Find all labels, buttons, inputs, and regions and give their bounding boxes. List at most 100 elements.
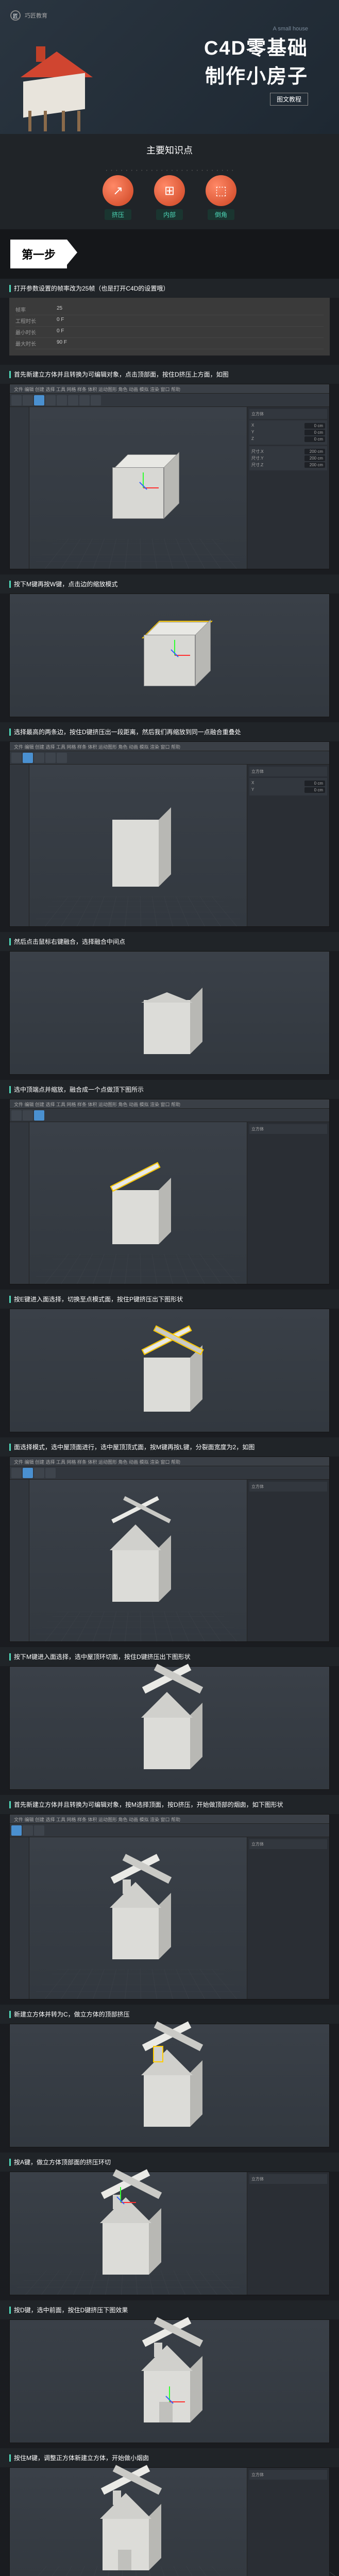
- c4d-menubar[interactable]: 文件 编辑 创建 选择 工具 网格 样条 体积 运动图形 角色 动画 模拟 渲染…: [10, 742, 329, 751]
- tool-button[interactable]: [45, 395, 56, 405]
- c4d-toolbar[interactable]: [10, 751, 329, 765]
- c4d-attributes-panel[interactable]: 立方体 X0 cmY0 cm: [247, 765, 329, 926]
- object-manager[interactable]: 立方体: [249, 767, 327, 776]
- tool-button[interactable]: [34, 1110, 44, 1121]
- transform-gizmo-icon[interactable]: [159, 2392, 180, 2412]
- c4d-attributes-panel[interactable]: 立方体: [247, 1480, 329, 1641]
- c4d-toolbar[interactable]: [10, 1109, 329, 1122]
- tool-button[interactable]: [23, 1110, 33, 1121]
- subtitle-en: A small house: [10, 26, 308, 32]
- caption-bar-icon: [9, 2159, 11, 2166]
- c4d-viewport[interactable]: [10, 2468, 247, 2576]
- c4d-menubar[interactable]: 文件 编辑 创建 选择 工具 网格 样条 体积 运动图形 角色 动画 模拟 渲染…: [10, 384, 329, 394]
- c4d-viewport[interactable]: [9, 951, 330, 1075]
- c4d-toolbar[interactable]: [10, 1466, 329, 1480]
- tool-button[interactable]: [34, 753, 44, 763]
- c4d-viewport[interactable]: [29, 765, 247, 926]
- house-model[interactable]: [102, 1519, 174, 1602]
- object-manager[interactable]: 立方体: [249, 1482, 327, 1492]
- caption-text: 面选择模式，选中屋顶面进行，选中屋顶顶式面，按M键再按L键，分裂面宽度为2，如图: [14, 1443, 255, 1451]
- caption: 然后点击鼠标右键融合，选择融合中间点: [0, 932, 339, 951]
- house-model[interactable]: [133, 972, 206, 1054]
- caption-text: 按E键进入面选择，切换至点模式面，按住P键挤压出下图形状: [14, 1295, 183, 1303]
- coords-panel[interactable]: X0 cmY0 cm: [249, 778, 327, 795]
- house-model[interactable]: [102, 804, 174, 887]
- tool-button[interactable]: [91, 395, 101, 405]
- c4d-left-tools[interactable]: [10, 765, 29, 926]
- tool-button[interactable]: [34, 395, 44, 405]
- tool-button[interactable]: [79, 395, 90, 405]
- c4d-attributes-panel[interactable]: 立方体: [247, 2468, 329, 2576]
- size-panel[interactable]: 尺寸.X200 cm 尺寸.Y200 cm 尺寸.Z200 cm: [249, 446, 327, 470]
- c4d-menubar[interactable]: 文件 编辑 创建 选择 工具 网格 样条 体积 运动图形 角色 动画 模拟 渲染…: [10, 1457, 329, 1466]
- caption: 按住M键，调整正方体新建立方体，开始做小烟囱: [0, 2448, 339, 2467]
- tool-button[interactable]: [45, 753, 56, 763]
- caption-text: 首先新建立方体并且转换为可编辑对象，点击顶部面，按住D挤压上方面，如图: [14, 370, 229, 379]
- transform-gizmo-icon[interactable]: [133, 478, 154, 498]
- tool-button[interactable]: [34, 1825, 44, 1836]
- cube-model[interactable]: [139, 624, 200, 686]
- tool-button[interactable]: [11, 753, 22, 763]
- transform-gizmo-icon[interactable]: [110, 2192, 131, 2213]
- c4d-viewport[interactable]: [9, 1666, 330, 1790]
- c4d-toolbar[interactable]: [10, 394, 329, 407]
- house-model[interactable]: [133, 1329, 206, 1412]
- c4d-left-tools[interactable]: [10, 407, 29, 569]
- tool-button[interactable]: [23, 753, 33, 763]
- c4d-viewport[interactable]: [29, 1837, 247, 1999]
- object-manager[interactable]: 立方体: [249, 1124, 327, 1134]
- c4d-attributes-panel[interactable]: 立方体: [247, 1122, 329, 1284]
- tool-button[interactable]: [68, 395, 78, 405]
- house-model[interactable]: [102, 1162, 174, 1244]
- tool-button[interactable]: [45, 1468, 56, 1478]
- c4d-viewport[interactable]: [29, 1122, 247, 1284]
- c4d-attributes-panel[interactable]: 立方体 X0 cm Y0 cm Z0 cm 尺寸.X200 cm 尺寸.Y200…: [247, 407, 329, 569]
- tool-button[interactable]: [11, 395, 22, 405]
- c4d-left-tools[interactable]: [10, 1122, 29, 1284]
- c4d-viewport[interactable]: [10, 2172, 247, 2295]
- tool-button[interactable]: [57, 753, 67, 763]
- cube-model[interactable]: [107, 457, 169, 519]
- tool-button[interactable]: [11, 1110, 22, 1121]
- c4d-viewport[interactable]: [29, 1480, 247, 1641]
- house-model[interactable]: [102, 1877, 174, 1959]
- tool-button[interactable]: [23, 395, 33, 405]
- c4d-viewport[interactable]: [9, 2024, 330, 2147]
- tool-button[interactable]: [11, 1825, 22, 1836]
- tool-button[interactable]: [57, 395, 67, 405]
- tool-button[interactable]: [34, 1468, 44, 1478]
- c4d-attributes-panel[interactable]: 立方体: [247, 2172, 329, 2295]
- object-manager[interactable]: 立方体: [249, 409, 327, 419]
- house-model[interactable]: [92, 2488, 164, 2570]
- grid-floor: [29, 1969, 247, 1999]
- brand-name: 巧匠教育: [25, 11, 47, 20]
- c4d-viewport[interactable]: [9, 1309, 330, 1432]
- house-model[interactable]: [133, 2340, 206, 2422]
- object-manager[interactable]: 立方体: [249, 2470, 327, 2480]
- c4d-screenshot: 立方体: [9, 2467, 330, 2576]
- c4d-left-tools[interactable]: [10, 1837, 29, 1999]
- c4d-viewport[interactable]: [9, 594, 330, 717]
- caption-bar-icon: [9, 2307, 11, 2314]
- c4d-menubar[interactable]: 文件 编辑 创建 选择 工具 网格 样条 体积 运动图形 角色 动画 模拟 渲染…: [10, 1099, 329, 1109]
- house-model[interactable]: [92, 2192, 164, 2275]
- c4d-menubar[interactable]: 文件 编辑 创建 选择 工具 网格 样条 体积 运动图形 角色 动画 模拟 渲染…: [10, 1815, 329, 1824]
- tool-button[interactable]: [11, 1468, 22, 1478]
- object-manager[interactable]: 立方体: [249, 2174, 327, 2184]
- caption: 新建立方体并转为C，做立方体的顶部挤压: [0, 2005, 339, 2024]
- coords-panel[interactable]: X0 cm Y0 cm Z0 cm: [249, 420, 327, 445]
- c4d-left-tools[interactable]: [10, 1480, 29, 1641]
- tool-button[interactable]: [23, 1468, 33, 1478]
- house-model[interactable]: [133, 2044, 206, 2127]
- transform-gizmo-icon[interactable]: [164, 645, 185, 666]
- c4d-attributes-panel[interactable]: 立方体: [247, 1837, 329, 1999]
- caption-bar-icon: [9, 371, 11, 378]
- house-model[interactable]: [133, 1687, 206, 1769]
- c4d-viewport[interactable]: [9, 2319, 330, 2443]
- caption-text: 选择最高的两条边，按住D键挤压出一段距离，然后我们再缩放到同一点融合重叠处: [14, 727, 241, 736]
- tool-button[interactable]: [23, 1825, 33, 1836]
- object-manager[interactable]: 立方体: [249, 1839, 327, 1849]
- inner-icon: ⊞: [154, 175, 185, 206]
- c4d-viewport[interactable]: [29, 407, 247, 569]
- c4d-toolbar[interactable]: [10, 1824, 329, 1837]
